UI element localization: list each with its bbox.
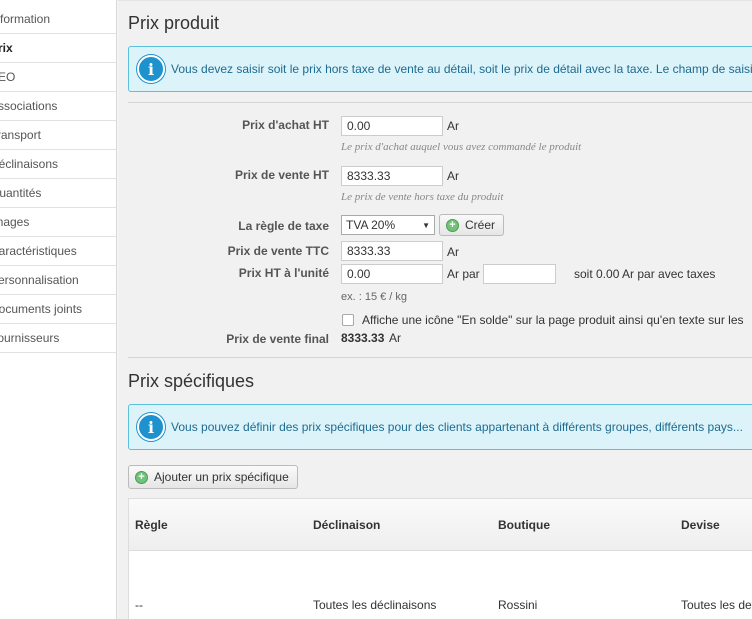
price-ttc-label: Prix de vente TTC <box>227 244 329 258</box>
sidebar-item-label: Personnalisation <box>0 273 79 287</box>
retail-currency: Ar <box>447 169 459 183</box>
sidebar-item-caracteristiques[interactable]: Caractéristiques <box>0 237 116 266</box>
sidebar-item-label: Fournisseurs <box>0 331 60 345</box>
price-section-title: Prix produit <box>128 13 220 33</box>
wholesale-price-hint: Le prix d'achat auquel vous avez command… <box>341 141 582 153</box>
sidebar-item-label: SEO <box>0 70 16 84</box>
column-header-shop: Boutique <box>498 518 550 532</box>
add-icon: + <box>135 470 148 484</box>
unit-price-label: Prix HT à l'unité <box>238 266 329 280</box>
column-header-currency: Devise <box>681 518 720 532</box>
chevron-down-icon: ▼ <box>422 220 430 230</box>
sidebar-item-transport[interactable]: Transport <box>0 121 116 150</box>
table-cell-shop: Rossini <box>498 598 538 612</box>
unit-price-currency: Ar par <box>447 267 480 281</box>
on-sale-checkbox[interactable] <box>342 314 354 326</box>
sidebar-item-label: Images <box>0 215 30 229</box>
table-header: Règle Déclinaison Boutique Devise <box>129 499 752 551</box>
final-price-value: 8333.33 <box>341 331 385 345</box>
retail-price-label: Prix de vente HT <box>234 168 329 182</box>
sidebar-item-label: Transport <box>0 128 41 142</box>
sidebar-item-label: Information <box>0 12 51 26</box>
sidebar-item-label: Caractéristiques <box>0 244 77 258</box>
tax-rule-selected: TVA 20% <box>346 218 396 232</box>
info-icon: i <box>137 55 165 83</box>
divider <box>128 102 752 103</box>
divider <box>128 357 752 358</box>
specific-prices-table: Règle Déclinaison Boutique Devise -- Tou… <box>128 498 752 619</box>
unit-price-input[interactable]: 0.00 <box>341 264 443 284</box>
sidebar-item-label: Quantités <box>0 186 42 200</box>
column-header-combination: Déclinaison <box>313 518 381 532</box>
sidebar-item-prix[interactable]: Prix <box>0 34 116 63</box>
unit-price-with-tax: soit 0.00 Ar par avec taxes <box>574 267 716 281</box>
product-tabs-sidebar: Information Prix SEO Associations Transp… <box>0 0 117 619</box>
final-price-label: Prix de vente final <box>226 332 329 346</box>
sidebar-item-label: Associations <box>0 99 58 113</box>
table-cell-combination: Toutes les déclinaisons <box>313 598 437 612</box>
sidebar-item-associations[interactable]: Associations <box>0 92 116 121</box>
sidebar-item-label: Documents joints <box>0 302 83 316</box>
price-info-text: Vous devez saisir soit le prix hors taxe… <box>171 62 752 76</box>
ttc-currency: Ar <box>447 245 459 259</box>
column-header-rule: Règle <box>135 518 168 532</box>
specific-prices-info-alert: i Vous pouvez définir des prix spécifiqu… <box>128 404 752 450</box>
sidebar-item-personnalisation[interactable]: Personnalisation <box>0 266 116 295</box>
info-icon: i <box>137 413 165 441</box>
sidebar-item-declinaisons[interactable]: Déclinaisons <box>0 150 116 179</box>
wholesale-price-input[interactable]: 0.00 <box>341 116 443 136</box>
price-panel: Prix produit i Vous devez saisir soit le… <box>118 0 752 619</box>
specific-prices-info-text: Vous pouvez définir des prix spécifiques… <box>171 420 743 434</box>
retail-price-hint: Le prix de vente hors taxe du produit <box>341 191 504 203</box>
sidebar-item-information[interactable]: Information <box>0 5 116 34</box>
sidebar-item-quantites[interactable]: Quantités <box>0 179 116 208</box>
on-sale-label: Affiche une icône "En solde" sur la page… <box>362 313 744 327</box>
table-cell-currency: Toutes les devises <box>681 598 752 612</box>
wholesale-price-label: Prix d'achat HT <box>242 118 329 132</box>
unity-input[interactable] <box>483 264 556 284</box>
tax-rule-label: La règle de taxe <box>238 219 329 233</box>
retail-price-input[interactable]: 8333.33 <box>341 166 443 186</box>
create-button-label: Créer <box>465 218 496 232</box>
unit-example: ex. : 15 € / kg <box>341 291 408 303</box>
price-info-alert: i Vous devez saisir soit le prix hors ta… <box>128 46 752 92</box>
table-cell-rule: -- <box>135 598 143 612</box>
sidebar-item-images[interactable]: Images <box>0 208 116 237</box>
add-icon: + <box>446 218 459 232</box>
sidebar-item-seo[interactable]: SEO <box>0 63 116 92</box>
add-specific-price-button[interactable]: + Ajouter un prix spécifique <box>128 465 298 489</box>
sidebar-item-label: Prix <box>0 41 13 55</box>
specific-prices-title: Prix spécifiques <box>128 371 255 391</box>
sidebar-item-documents-joints[interactable]: Documents joints <box>0 295 116 324</box>
wholesale-currency: Ar <box>447 119 459 133</box>
tax-rule-select[interactable]: TVA 20% ▼ <box>341 215 435 235</box>
create-tax-rule-button[interactable]: + Créer <box>439 214 505 236</box>
sidebar-item-label: Déclinaisons <box>0 157 59 171</box>
price-ttc-input[interactable]: 8333.33 <box>341 241 443 261</box>
final-price-currency: Ar <box>389 331 401 345</box>
sidebar-item-fournisseurs[interactable]: Fournisseurs <box>0 324 116 353</box>
add-specific-price-label: Ajouter un prix spécifique <box>154 470 289 484</box>
